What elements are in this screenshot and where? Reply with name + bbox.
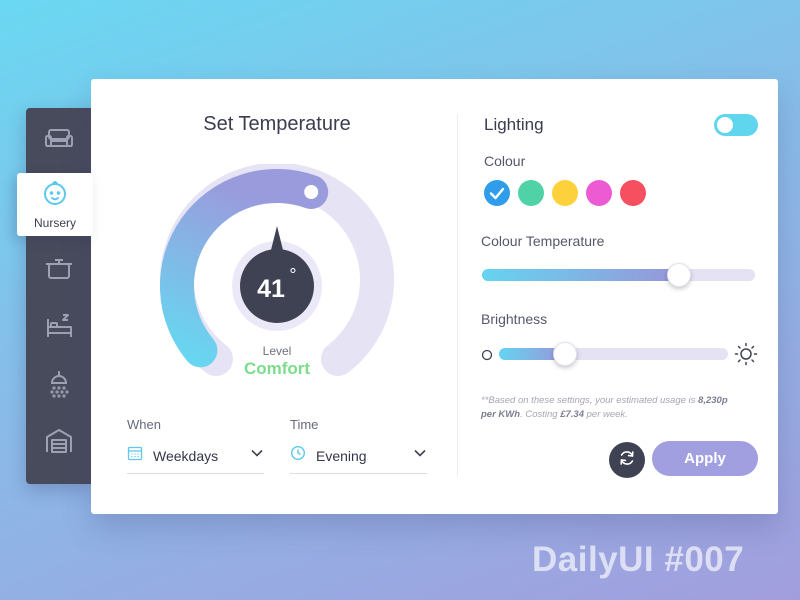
level-label: Level bbox=[262, 344, 292, 358]
brightness-low-icon bbox=[481, 348, 493, 366]
sidebar-item-label: Nursery bbox=[33, 216, 76, 230]
time-value: Evening bbox=[316, 447, 367, 464]
watermark-text: DailyUI #007 bbox=[532, 540, 745, 579]
usage-note-suffix: per week. bbox=[583, 409, 628, 420]
chevron-down-icon bbox=[250, 446, 264, 465]
usage-note: **Based on these settings, your estimate… bbox=[481, 394, 743, 422]
calendar-icon bbox=[127, 445, 143, 466]
time-select[interactable]: Evening bbox=[290, 438, 427, 474]
checkmark-icon bbox=[489, 187, 505, 200]
baby-face-icon bbox=[41, 179, 69, 212]
brightness-label: Brightness bbox=[481, 311, 548, 327]
level-value: Comfort bbox=[243, 359, 311, 378]
colour-label: Colour bbox=[484, 153, 526, 169]
colour-swatch[interactable] bbox=[518, 180, 544, 206]
clock-icon bbox=[290, 445, 306, 466]
sidebar-item-kitchen[interactable] bbox=[26, 246, 92, 294]
sidebar-item-living-room[interactable] bbox=[26, 117, 92, 165]
lighting-toggle[interactable] bbox=[714, 114, 758, 136]
usage-note-cost: £7.34 bbox=[560, 409, 584, 420]
temperature-title: Set Temperature bbox=[203, 113, 351, 135]
colour-temperature-fill bbox=[482, 269, 679, 281]
sidebar bbox=[26, 108, 92, 484]
colour-temperature-slider[interactable] bbox=[482, 263, 755, 287]
garage-icon bbox=[43, 425, 75, 462]
usage-note-prefix: **Based on these settings, your estimate… bbox=[481, 395, 699, 406]
panel-divider bbox=[457, 114, 458, 476]
when-value: Weekdays bbox=[153, 447, 219, 464]
colour-swatch[interactable] bbox=[484, 180, 510, 206]
pot-icon bbox=[43, 252, 75, 289]
colour-swatch[interactable] bbox=[586, 180, 612, 206]
toggle-knob bbox=[717, 117, 733, 133]
brightness-high-icon bbox=[734, 342, 758, 371]
dial-pointer bbox=[271, 226, 283, 250]
refresh-button[interactable] bbox=[609, 442, 645, 478]
usage-note-middle: . Costing bbox=[520, 409, 561, 420]
shower-icon bbox=[43, 368, 75, 405]
colour-swatch[interactable] bbox=[552, 180, 578, 206]
when-select[interactable]: Weekdays bbox=[127, 438, 264, 474]
temperature-unit: ° bbox=[289, 265, 296, 285]
sidebar-item-bedroom[interactable] bbox=[26, 304, 92, 352]
temperature-value: 41 bbox=[257, 275, 285, 303]
colour-temperature-thumb[interactable] bbox=[666, 263, 691, 287]
lighting-title: Lighting bbox=[484, 115, 544, 134]
time-label: Time bbox=[290, 417, 319, 432]
sidebar-item-garage[interactable] bbox=[26, 419, 92, 467]
colour-swatch[interactable] bbox=[620, 180, 646, 206]
brightness-slider[interactable] bbox=[499, 342, 728, 366]
colour-temperature-label: Colour Temperature bbox=[481, 233, 605, 249]
thermostat-card: Set Temperature 41 ° Level Comfort When bbox=[91, 79, 778, 514]
sofa-icon bbox=[43, 123, 75, 160]
bed-icon bbox=[43, 310, 75, 347]
sidebar-item-nursery[interactable]: Nursery bbox=[17, 173, 93, 236]
gauge-handle[interactable] bbox=[304, 185, 319, 199]
chevron-down-icon bbox=[413, 446, 427, 465]
when-label: When bbox=[127, 417, 161, 432]
sidebar-item-bathroom[interactable] bbox=[26, 362, 92, 410]
brightness-thumb[interactable] bbox=[553, 342, 578, 366]
refresh-icon bbox=[617, 448, 637, 473]
apply-button[interactable]: Apply bbox=[652, 441, 758, 476]
